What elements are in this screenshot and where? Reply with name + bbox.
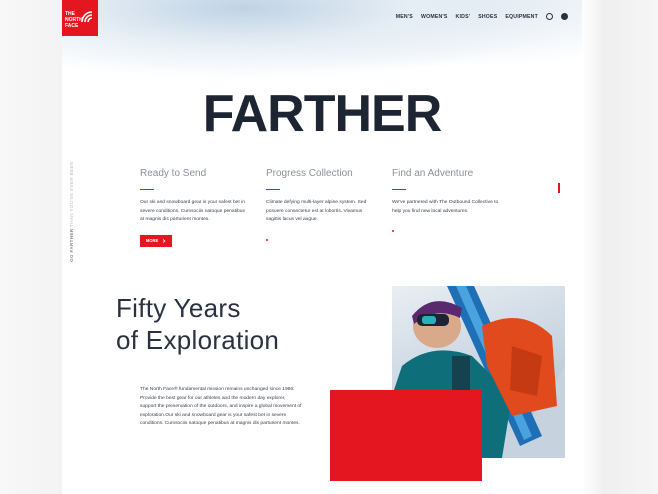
vertical-tagline: GO FARTHER THAN YOU'VE EVER BEEN — [69, 161, 74, 262]
column-title[interactable]: Progress Collection — [266, 168, 376, 179]
more-button-label: MORE — [145, 238, 159, 243]
logo-line-3: FACE — [65, 23, 79, 29]
nav-item-womens[interactable]: WOMEN'S — [421, 14, 448, 20]
section-title-line-1: Fifty Years — [116, 293, 241, 323]
user-icon[interactable] — [561, 13, 568, 20]
feature-column-ready-to-send: Ready to Send Our ski and snowboard gear… — [140, 168, 250, 247]
vertical-tagline-rest: THAN YOU'VE EVER BEEN — [69, 161, 74, 227]
column-divider — [392, 189, 406, 190]
brand-logo[interactable]: THE NORTH FACE — [62, 0, 98, 36]
nav-item-kids[interactable]: KIDS' — [456, 14, 471, 20]
slider-indicator[interactable] — [558, 183, 560, 193]
feature-column-progress-collection: Progress Collection Climate defying mult… — [266, 168, 376, 241]
more-button[interactable]: MORE — [140, 234, 172, 247]
search-icon[interactable] — [546, 13, 553, 20]
landing-page: THE NORTH FACE MEN'S WOMEN'S KIDS' SHOES… — [62, 0, 582, 494]
hero-title: FARTHER — [202, 85, 443, 143]
column-dot-indicator[interactable] — [266, 238, 268, 241]
column-title[interactable]: Ready to Send — [140, 168, 250, 179]
nav-item-mens[interactable]: MEN'S — [396, 14, 413, 20]
main-navigation: MEN'S WOMEN'S KIDS' SHOES EQUIPMENT — [396, 13, 568, 20]
half-dome-icon — [81, 11, 93, 22]
column-divider — [266, 189, 280, 190]
feature-column-find-an-adventure: Find an Adventure We've partnered with T… — [392, 168, 502, 232]
red-accent-block — [330, 390, 482, 481]
left-background — [0, 0, 62, 494]
section-title-line-2: of Exploration — [116, 325, 280, 355]
sky-background — [62, 0, 582, 80]
nav-item-shoes[interactable]: SHOES — [478, 14, 497, 20]
column-dot-indicator[interactable] — [392, 230, 394, 232]
arrow-right-icon — [163, 238, 166, 243]
column-text: Climate defying multi-layer alpine syste… — [266, 200, 367, 222]
column-divider — [140, 189, 154, 190]
vertical-tagline-bold: GO FARTHER — [69, 228, 74, 262]
column-title[interactable]: Find an Adventure — [392, 168, 502, 179]
right-background — [582, 0, 658, 494]
column-text: We've partnered with The Outbound Collec… — [392, 200, 499, 214]
section-title: Fifty Years of Exploration — [116, 292, 279, 356]
column-text: Our ski and snowboard gear is your safes… — [140, 200, 245, 222]
section-body: The North Face® fundamental mission rema… — [140, 387, 302, 426]
nav-item-equipment[interactable]: EQUIPMENT — [505, 14, 538, 20]
